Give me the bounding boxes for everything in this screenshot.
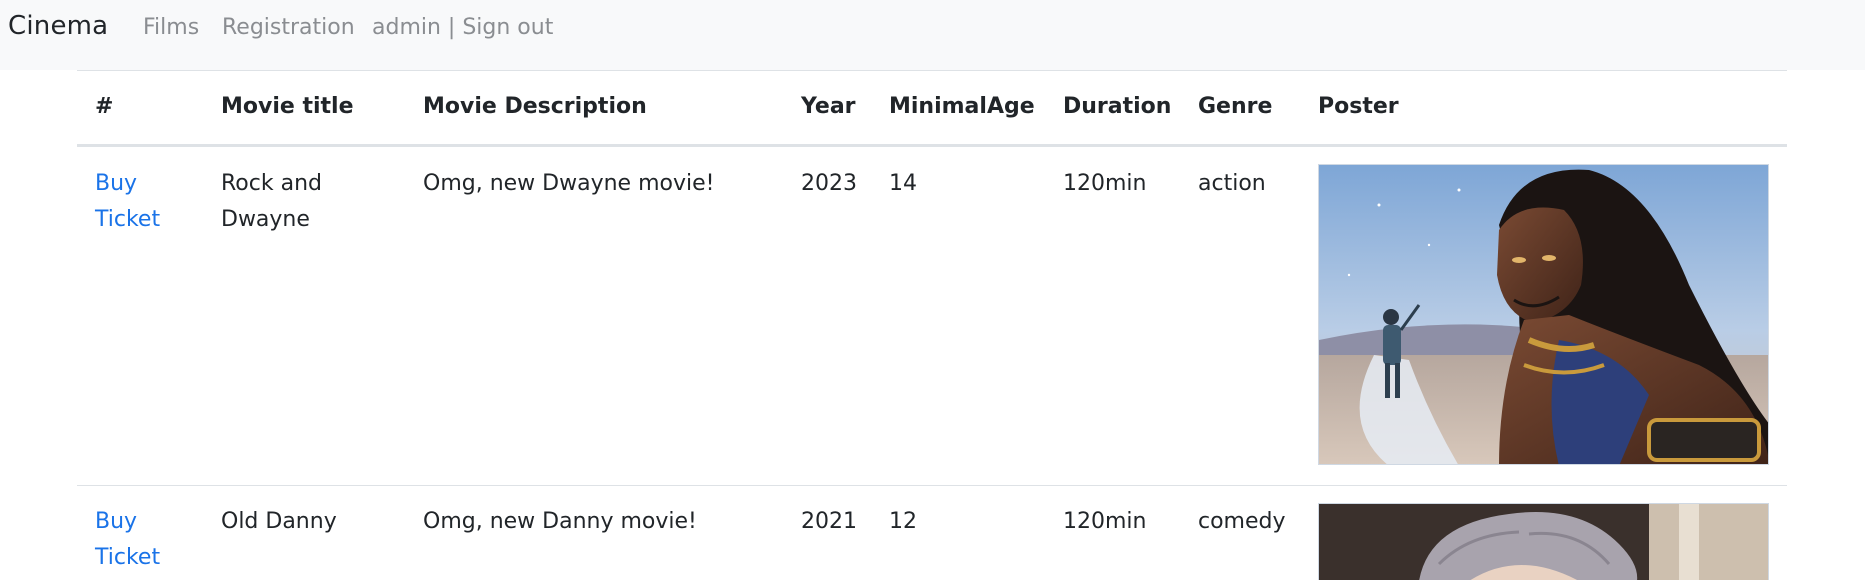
row-divider [77,485,1787,486]
poster-image [1318,164,1769,465]
header-year: Year [801,94,856,119]
header-duration: Duration [1063,94,1172,119]
movie-minimal-age: 14 [889,171,917,196]
nav-link-registration[interactable]: Registration [222,15,355,40]
movie-genre: comedy [1198,509,1286,534]
buy-ticket-link[interactable]: Buy Ticket [95,504,205,576]
movie-duration: 120min [1063,171,1147,196]
brand-link[interactable]: Cinema [8,11,108,41]
movies-table: # Movie title Movie Description Year Min… [77,70,1787,580]
movie-year: 2021 [801,509,857,534]
movie-title: Old Danny [221,509,337,534]
header-movie-description: Movie Description [423,94,647,119]
poster-image [1318,503,1769,580]
nav-link-films[interactable]: Films [143,15,199,40]
header-genre: Genre [1198,94,1273,119]
movie-year: 2023 [801,171,857,196]
nav-link-sign-out[interactable]: admin | Sign out [372,15,553,40]
movie-genre: action [1198,171,1266,196]
table-top-border [77,70,1787,71]
movie-duration: 120min [1063,509,1147,534]
header-number: # [95,94,114,119]
movie-description: Omg, new Dwayne movie! [423,171,715,196]
header-minimal-age: MinimalAge [889,94,1035,119]
navbar: Cinema Films Registration admin | Sign o… [0,0,1865,70]
movie-title: Rock and Dwayne [221,171,322,232]
movie-description: Omg, new Danny movie! [423,509,697,534]
header-poster: Poster [1318,94,1399,119]
buy-ticket-link[interactable]: Buy Ticket [95,166,205,238]
header-divider [77,144,1787,147]
header-movie-title: Movie title [221,94,354,119]
movie-minimal-age: 12 [889,509,917,534]
